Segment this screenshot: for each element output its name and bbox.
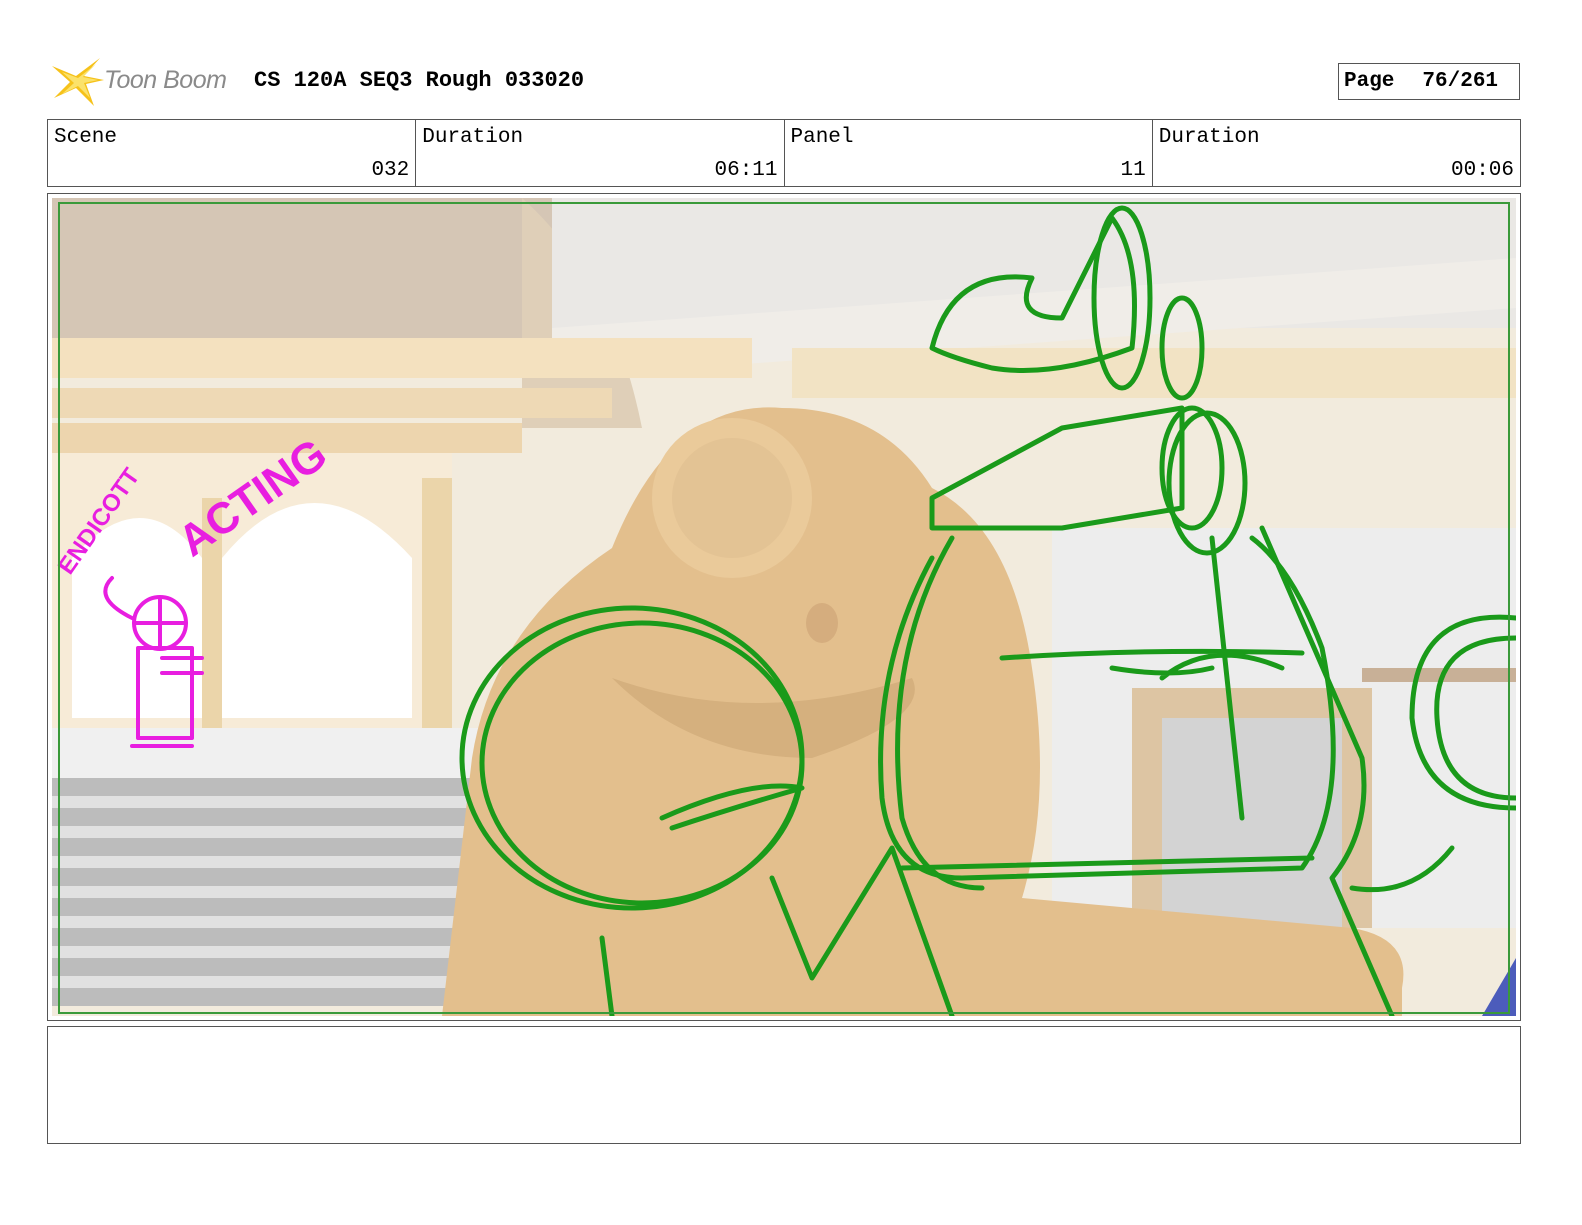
panel-duration-cell: Duration 00:06 [1153, 120, 1520, 186]
document-title: CS 120A SEQ3 Rough 033020 [254, 68, 585, 93]
panel-duration-label: Duration [1158, 126, 1260, 149]
scene-info-table: Scene 032 Duration 06:11 Panel 11 Durati… [47, 119, 1521, 187]
page-number: 76/261 [1422, 70, 1499, 93]
storyboard-panel: ACTING ENDICOTT [47, 193, 1521, 1021]
dialogue-notes-box [47, 1026, 1521, 1144]
panel-duration-value: 00:06 [1450, 159, 1514, 182]
scene-duration-label: Duration [422, 126, 524, 149]
toon-boom-logo: Toon Boom [50, 56, 240, 106]
scene-cell: Scene 032 [48, 120, 417, 186]
panel-artwork: ACTING ENDICOTT [52, 198, 1516, 1016]
starburst-icon [52, 58, 104, 106]
panel-label: Panel [790, 126, 854, 149]
panel-image: ACTING ENDICOTT [52, 198, 1516, 1016]
logo-text: Toon Boom [104, 66, 227, 94]
scene-duration-cell: Duration 06:11 [416, 120, 785, 186]
page-label: Page [1344, 70, 1395, 93]
page-indicator: Page 76/261 [1338, 63, 1520, 100]
scene-value: 032 [371, 159, 410, 182]
scene-label: Scene [54, 126, 118, 149]
scene-duration-value: 06:11 [714, 159, 778, 182]
panel-value: 11 [1120, 159, 1146, 182]
panel-cell: Panel 11 [785, 120, 1153, 186]
